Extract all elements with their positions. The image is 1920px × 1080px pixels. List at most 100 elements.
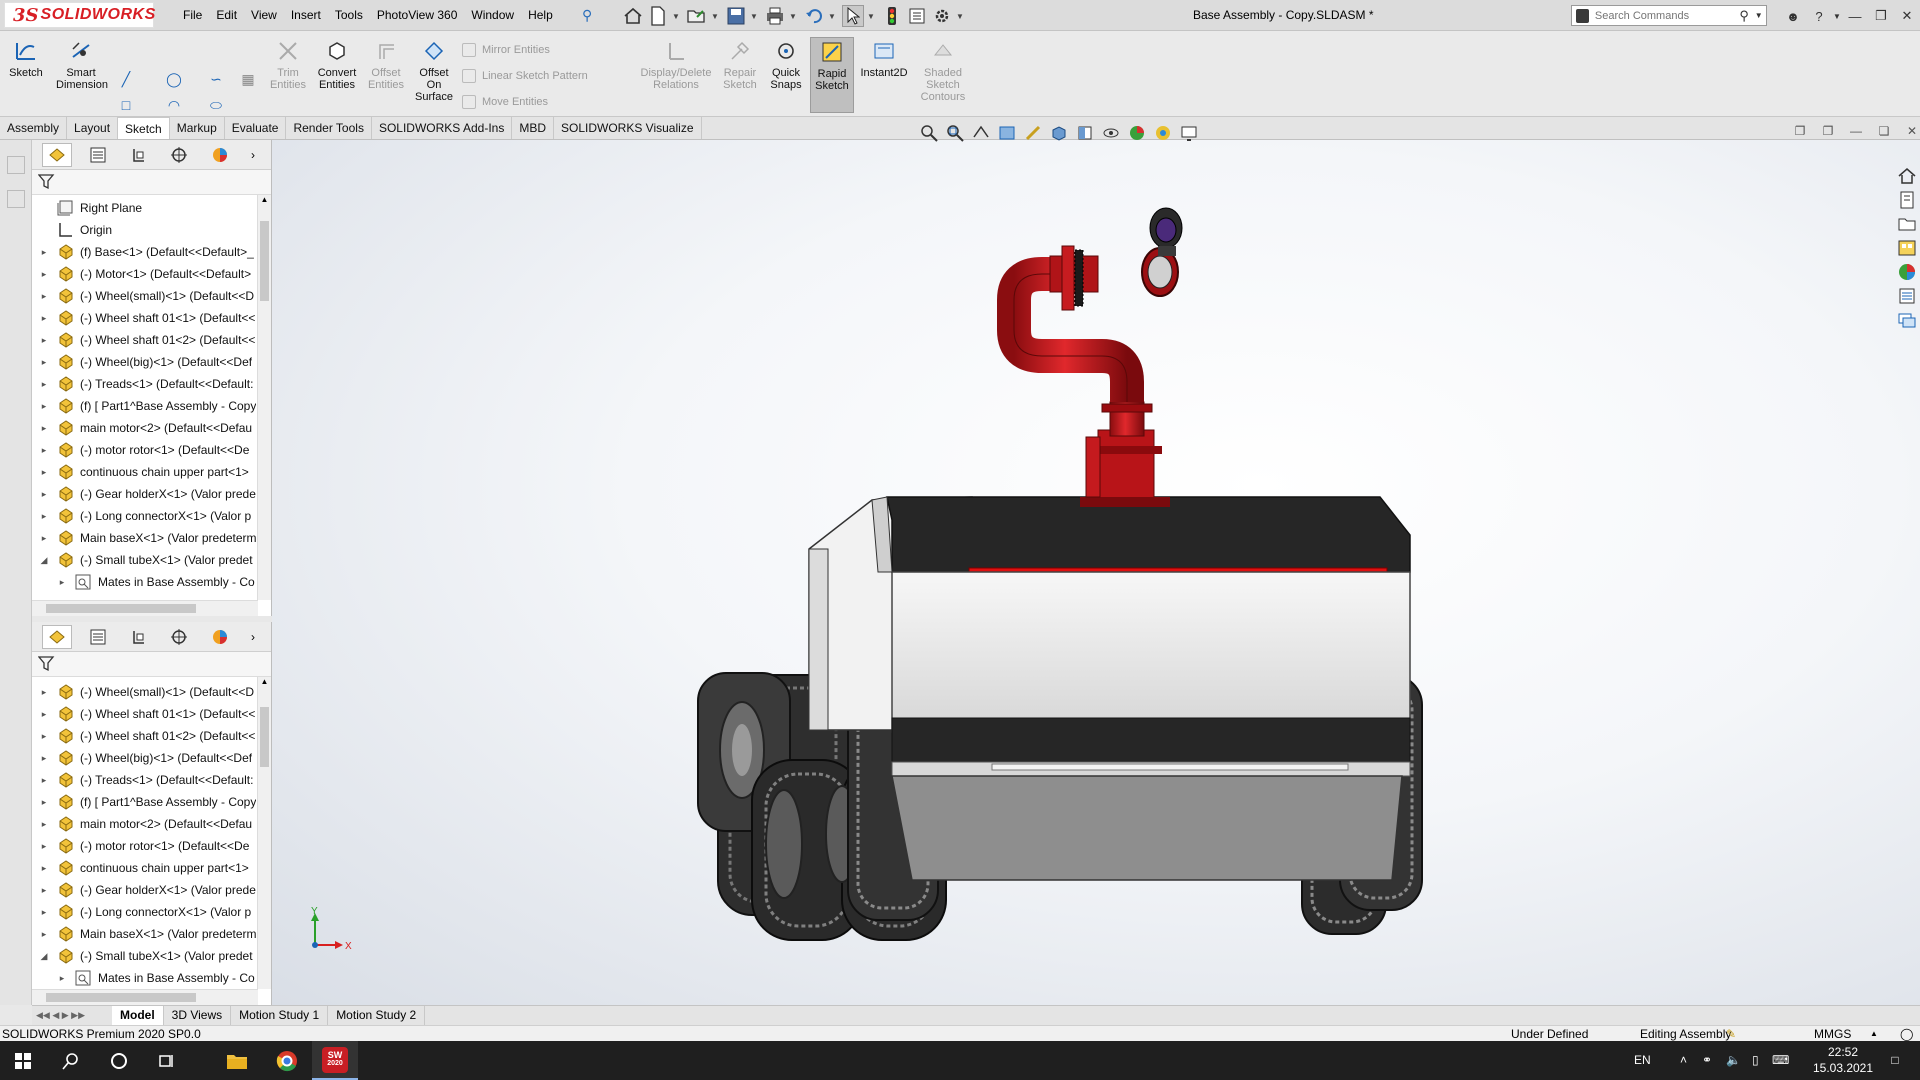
previous-view-icon[interactable]	[971, 123, 993, 143]
dimxpert-tab-icon-2[interactable]	[164, 625, 194, 649]
expand-arrow-icon[interactable]: ▸	[38, 533, 50, 544]
appearances-scenes-icon[interactable]	[1897, 262, 1917, 282]
tab-solidworks-addins[interactable]: SOLIDWORKS Add-Ins	[372, 117, 513, 139]
volume-icon[interactable]: 🔈	[1726, 1041, 1741, 1080]
smart-dimension-button[interactable]: Smart Dimension	[56, 39, 108, 91]
tree-item-component[interactable]: ▸ (-) Long connectorX<1> (Valor p	[32, 505, 271, 527]
display-manager-tab-icon-2[interactable]	[205, 625, 235, 649]
viewport-restore-icon[interactable]: ❏	[1870, 124, 1898, 138]
unit-dropdown-icon[interactable]: ▲	[1870, 1029, 1878, 1038]
scroll-thumb-2[interactable]	[260, 707, 269, 767]
expand-arrow-icon[interactable]: ▸	[56, 577, 68, 588]
configurationmanager-tab-icon-2[interactable]	[124, 625, 154, 649]
expand-arrow-icon[interactable]: ▸	[38, 269, 50, 280]
tree-item-component[interactable]: ▸ Main baseX<1> (Valor predeterm	[32, 527, 271, 549]
save-icon[interactable]	[725, 5, 747, 27]
expand-arrow-icon[interactable]: ▸	[38, 687, 50, 698]
expand-arrow-icon[interactable]: ▸	[38, 709, 50, 720]
search-icon[interactable]: ⚲	[1737, 8, 1752, 24]
section-view-icon[interactable]	[997, 123, 1019, 143]
apply-scene-icon[interactable]	[1153, 123, 1175, 143]
network-icon[interactable]: ⚭	[1702, 1041, 1712, 1080]
mirror-entities-button[interactable]: Mirror Entities	[462, 37, 588, 63]
unit-system[interactable]: MMGS	[1814, 1027, 1851, 1041]
zoom-to-fit-icon[interactable]	[919, 123, 941, 143]
expand-arrow-icon[interactable]: ▸	[38, 423, 50, 434]
propertymanager-tab-icon[interactable]	[83, 143, 113, 167]
search-dropdown-icon[interactable]: ▼	[1751, 11, 1766, 20]
expand-arrow-icon[interactable]: ▸	[38, 445, 50, 456]
offset-on-surface-button[interactable]: Offset On Surface	[412, 39, 456, 103]
tree-item-component[interactable]: ◢ (-) Small tubeX<1> (Valor predet	[32, 945, 271, 967]
expand-arrow-icon[interactable]: ▸	[38, 753, 50, 764]
spline-icon[interactable]: ∽	[206, 69, 226, 89]
tab-markup[interactable]: Markup	[170, 117, 225, 139]
battery-icon[interactable]: ▯	[1752, 1041, 1759, 1080]
menu-file[interactable]: File	[176, 0, 209, 31]
expand-arrow-icon[interactable]: ▸	[38, 907, 50, 918]
tab-mbd[interactable]: MBD	[512, 117, 554, 139]
tray-arrow-icon[interactable]: ˄	[1680, 1041, 1687, 1080]
menu-photoview[interactable]: PhotoView 360	[370, 0, 465, 31]
hscroll-thumb-2[interactable]	[46, 993, 196, 1002]
solidworks-taskbar-icon[interactable]: SW 2020	[312, 1041, 358, 1080]
convert-entities-button[interactable]: Convert Entities	[314, 39, 360, 91]
minimize-icon[interactable]: —	[1842, 9, 1868, 24]
expand-arrow-icon[interactable]: ▸	[38, 335, 50, 346]
notifications-icon[interactable]: □	[1880, 1041, 1910, 1080]
expand-arrow-icon[interactable]: ◢	[38, 555, 50, 566]
expand-arrow-icon[interactable]: ▸	[38, 775, 50, 786]
open-dropdown-icon[interactable]: ▼	[711, 12, 719, 21]
rapid-sketch-button[interactable]: Rapid Sketch	[810, 37, 854, 113]
expand-arrow-icon[interactable]: ▸	[38, 291, 50, 302]
line-icon[interactable]: ╱	[116, 69, 136, 89]
display-delete-relations-button[interactable]: Display/Delete Relations	[636, 39, 716, 91]
menu-insert[interactable]: Insert	[284, 0, 328, 31]
tree-item-origin[interactable]: Origin	[32, 219, 271, 241]
tree-item-component[interactable]: ▸ (-) Treads<1> (Default<<Default:	[32, 373, 271, 395]
open-folder-icon[interactable]	[686, 5, 708, 27]
expand-arrow-icon[interactable]: ▸	[38, 929, 50, 940]
view-settings-icon[interactable]	[1179, 123, 1201, 143]
tree-item-mates[interactable]: ▸ Mates in Base Assembly - Co	[32, 967, 271, 987]
tree-item-component[interactable]: ▸ (-) motor rotor<1> (Default<<De	[32, 835, 271, 857]
design-library-icon[interactable]	[1897, 190, 1917, 210]
tree-filter[interactable]	[32, 170, 271, 195]
scroll-up-icon[interactable]: ▲	[258, 195, 271, 209]
solidworks-logo[interactable]: 3S SOLIDWORKS	[4, 2, 155, 28]
tab-evaluate[interactable]: Evaluate	[225, 117, 287, 139]
print-icon[interactable]	[764, 5, 786, 27]
search-input[interactable]	[1588, 9, 1737, 22]
expand-arrow-icon[interactable]: ▸	[38, 313, 50, 324]
print-dropdown-icon[interactable]: ▼	[789, 12, 797, 21]
edit-appearance-icon[interactable]	[1127, 123, 1149, 143]
tree-item-component[interactable]: ▸ (-) Wheel shaft 01<1> (Default<<	[32, 307, 271, 329]
tree-item-component[interactable]: ▸ (-) Wheel(small)<1> (Default<<D	[32, 285, 271, 307]
tree-item-component[interactable]: ▸ (-) Wheel shaft 01<2> (Default<<	[32, 329, 271, 351]
strip-tool-icon-2[interactable]	[7, 190, 25, 208]
expand-arrow-icon[interactable]: ▸	[56, 973, 68, 984]
tree-item-component[interactable]: ▸ (-) Wheel(big)<1> (Default<<Def	[32, 747, 271, 769]
grid-icon[interactable]: ▦	[238, 69, 258, 89]
graphics-area[interactable]	[272, 140, 1920, 1005]
dimxpert-tab-icon[interactable]	[164, 143, 194, 167]
solidworks-resources-icon[interactable]	[1897, 166, 1917, 186]
expand-arrow-icon[interactable]: ▸	[38, 379, 50, 390]
tree-filter-2[interactable]	[32, 652, 271, 677]
collapse-left-icon[interactable]: ❐	[1786, 124, 1814, 138]
tree-item-component[interactable]: ▸ (-) motor rotor<1> (Default<<De	[32, 439, 271, 461]
featuremanager-tab-icon-2[interactable]	[42, 624, 72, 649]
tab-model[interactable]: Model	[112, 1006, 164, 1025]
tab-render-tools[interactable]: Render Tools	[286, 117, 372, 139]
windows-start-icon[interactable]	[0, 1041, 46, 1080]
windows-search-icon[interactable]	[48, 1041, 94, 1080]
linear-sketch-pattern-button[interactable]: Linear Sketch Pattern	[462, 63, 588, 89]
scroll-up-icon-2[interactable]: ▲	[258, 677, 271, 691]
menu-view[interactable]: View	[244, 0, 284, 31]
circle-icon[interactable]: ◯	[164, 69, 184, 89]
expand-arrow-icon[interactable]: ▸	[38, 863, 50, 874]
quick-snaps-button[interactable]: Quick Snaps	[766, 39, 806, 91]
tree-item-component[interactable]: ▸ (-) Motor<1> (Default<<Default>	[32, 263, 271, 285]
tree-bottom-hscroll[interactable]	[32, 989, 258, 1005]
menu-edit[interactable]: Edit	[209, 0, 244, 31]
